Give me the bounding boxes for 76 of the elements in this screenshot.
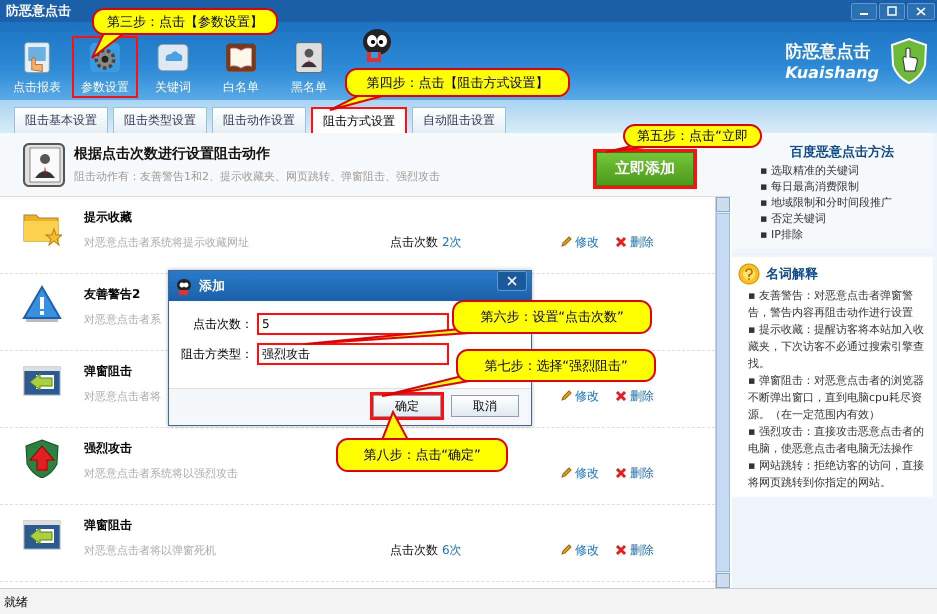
cross-icon [615,544,627,556]
scrollbar[interactable] [715,197,730,588]
dialog-button[interactable]: 确定 [373,395,441,417]
action-name: 提示收藏 [84,208,132,226]
toolbar-button[interactable]: 白名单 [208,36,274,98]
edit-link[interactable]: 修改 [560,388,599,404]
action-description: 对恶意点击者系统将以强烈攻击 [84,466,238,480]
dialog-button[interactable]: 取消 [451,395,519,417]
action-name: 友善警告2 [84,286,140,302]
sidebar-heading: 百度恶意点击方法 [790,144,895,161]
action-name: 弹窗阻击 [84,362,132,380]
cross-icon [615,467,627,479]
tip-item: ▪ 选取精准的关键词 [760,163,860,179]
count-label: 点击次数 [390,542,438,558]
delete-link[interactable]: 删除 [615,234,654,250]
field-label: 阻击方类型： [180,346,253,362]
glossary-item: ▪ 弹窗阻击：对恶意点击者的浏览器不断弹出窗口，直到电脑cpu耗尽资源。（在一定范围内有效） [748,373,925,423]
delete-link[interactable]: 删除 [615,464,654,482]
tip-item: ▪ 每日最高消费限制 [760,179,860,195]
count-value: 2次 [442,234,462,250]
pencil-icon [560,390,572,402]
count-value: 6次 [442,542,462,558]
close-button[interactable] [497,271,527,291]
question-icon [738,263,760,285]
tab[interactable]: 阻击动作设置 [212,107,306,133]
delete-link[interactable]: 删除 [615,388,654,404]
brand-name: 防恶意点击 [785,41,870,63]
dialog-title: 添加 [199,278,225,295]
glossary-item: ▪ 友善警告：对恶意点击者弹窗警告，警告内容再阻击动作进行设置 [748,288,914,321]
input-field[interactable]: 强烈攻击 [257,343,449,365]
action-description: 对恶意点击者系统将提示收藏网址 [84,234,249,250]
sidebar-heading: 名词解释 [766,266,818,283]
delete-link[interactable]: 删除 [615,542,654,558]
toolbar-button[interactable]: 关键词 [140,36,206,98]
status-bar: 就绪 [0,588,937,614]
pencil-icon [560,544,572,556]
contact-card-icon [22,142,66,188]
close-button[interactable] [907,2,935,20]
field-label: 点击次数： [192,316,253,332]
tip-item: ▪ 地域限制和分时间段推广 [760,195,893,211]
tab[interactable]: 自动阻击设置 [412,107,506,133]
action-name: 强烈攻击 [84,440,132,456]
pencil-icon [560,467,572,479]
edit-link[interactable]: 修改 [560,464,599,482]
callout-tail [380,410,410,441]
action-description: 对恶意点击者系 [84,312,161,326]
tip-item: ▪ IP排除 [760,227,804,243]
warning-triangle-icon [22,284,62,324]
window-title: 防恶意点击 [6,2,71,20]
tab[interactable]: 阻击类型设置 [113,107,207,133]
mascot-icon [175,277,193,295]
tip-item: ▪ 否定关键词 [760,211,827,227]
cross-icon [615,390,627,402]
brand-logo-text: Kuaishang [785,63,879,82]
toolbar-button[interactable]: 黑名单 [276,36,342,98]
action-description: 对恶意点击者将 [84,388,161,404]
maximize-button[interactable] [879,2,905,20]
input-field[interactable]: 5 [257,313,449,335]
glossary-item: ▪ 网站跳转：拒绝访客的访问，直接将网页跳转到你指定的网站。 [748,458,925,491]
glossary-item: ▪ 强烈攻击：直接攻击恶意点击者的电脑，使恶意点击者电脑无法操作 [748,424,925,457]
cross-icon [615,236,627,248]
action-description: 对恶意点击者将以弹窗死机 [84,542,216,558]
pencil-icon [560,236,572,248]
glossary-item: ▪ 提示收藏：提醒访客将本站加入收藏夹，下次访客不必通过搜索引擎查找。 [748,322,925,372]
edit-link[interactable]: 修改 [560,542,599,558]
section-title: 根据点击次数进行设置阻击动作 [74,145,271,163]
shield-hand-icon [889,37,929,85]
count-label: 点击次数 [390,234,438,250]
minimize-button[interactable] [851,2,877,20]
section-subtitle: 阻击动作有：友善警告1和2、提示收藏夹、网页跳转、弹窗阻击、强烈攻击 [74,169,441,184]
edit-link[interactable]: 修改 [560,234,599,250]
tab[interactable]: 阻击基本设置 [14,107,108,133]
callout: 第六步：设置“点击次数” [452,300,652,334]
tab[interactable]: 阻击方式设置 [311,107,407,133]
toolbar-button[interactable]: 点击报表 [4,36,70,98]
action-name: 弹窗阻击 [84,516,132,534]
